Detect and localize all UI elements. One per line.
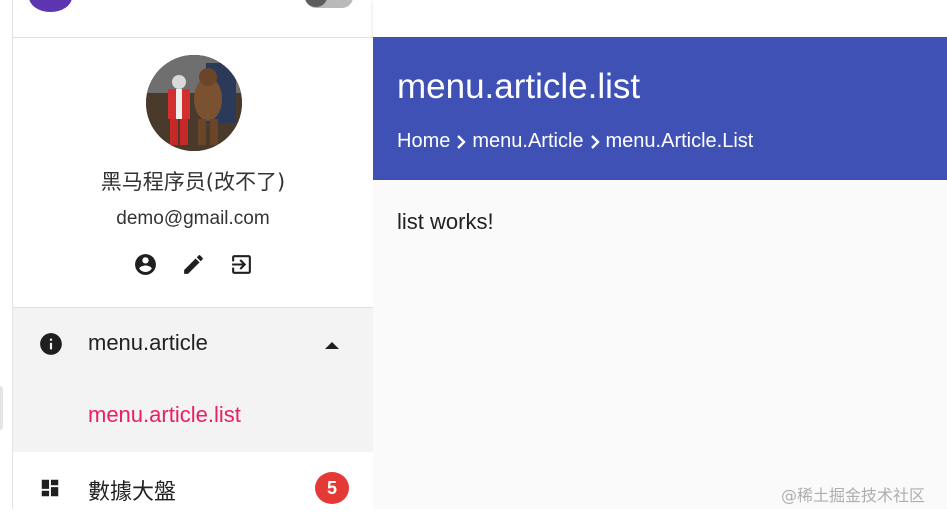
avatar xyxy=(146,55,242,151)
user-actions xyxy=(132,251,255,278)
user-name: 黑马程序员(改不了) xyxy=(100,170,286,194)
sidebar-toolbar xyxy=(13,0,373,38)
menu-group-article: menu.article menu.article.list xyxy=(13,308,373,452)
menu-item-article-list-label: menu.article.list xyxy=(88,402,241,427)
content-text: list works! xyxy=(397,209,494,234)
page-title: menu.article.list xyxy=(397,67,641,106)
logout-icon[interactable] xyxy=(228,251,255,278)
drawer-handle[interactable] xyxy=(0,386,3,430)
info-icon xyxy=(38,331,64,362)
app-logo xyxy=(29,0,72,12)
chevron-right-icon xyxy=(450,132,472,152)
edit-pencil-icon[interactable] xyxy=(180,251,207,278)
watermark: @稀土掘金技术社区 xyxy=(781,486,926,505)
menu-item-article-list[interactable]: menu.article.list xyxy=(13,380,373,452)
menu-item-dashboard-label: 數據大盤 xyxy=(88,480,177,505)
caret-up-icon[interactable] xyxy=(321,338,343,356)
main-content: list works! xyxy=(373,180,947,509)
breadcrumb: Home menu.Article menu.Article.List xyxy=(397,130,753,153)
notification-badge: 5 xyxy=(315,472,349,504)
account-circle-icon[interactable] xyxy=(132,251,159,278)
page-header: menu.article.list Home menu.Article menu… xyxy=(373,37,947,180)
breadcrumb-article[interactable]: menu.Article xyxy=(472,130,583,153)
left-edge-strip xyxy=(0,0,12,509)
top-toolbar xyxy=(373,0,947,37)
user-email: demo@gmail.com xyxy=(116,208,270,229)
dashboard-icon xyxy=(39,477,61,504)
menu-group-article-label: menu.article xyxy=(88,330,208,355)
menu-group-article-header[interactable]: menu.article xyxy=(13,308,373,380)
toggle-knob[interactable] xyxy=(305,0,327,7)
breadcrumb-article-list[interactable]: menu.Article.List xyxy=(606,130,754,153)
breadcrumb-home[interactable]: Home xyxy=(397,130,450,153)
menu-item-dashboard[interactable]: 數據大盤 5 xyxy=(13,452,373,524)
chevron-right-icon xyxy=(584,132,606,152)
sidebar: 黑马程序员(改不了) demo@gmail.com menu.article m… xyxy=(12,0,374,509)
theme-toggle[interactable] xyxy=(305,0,353,8)
